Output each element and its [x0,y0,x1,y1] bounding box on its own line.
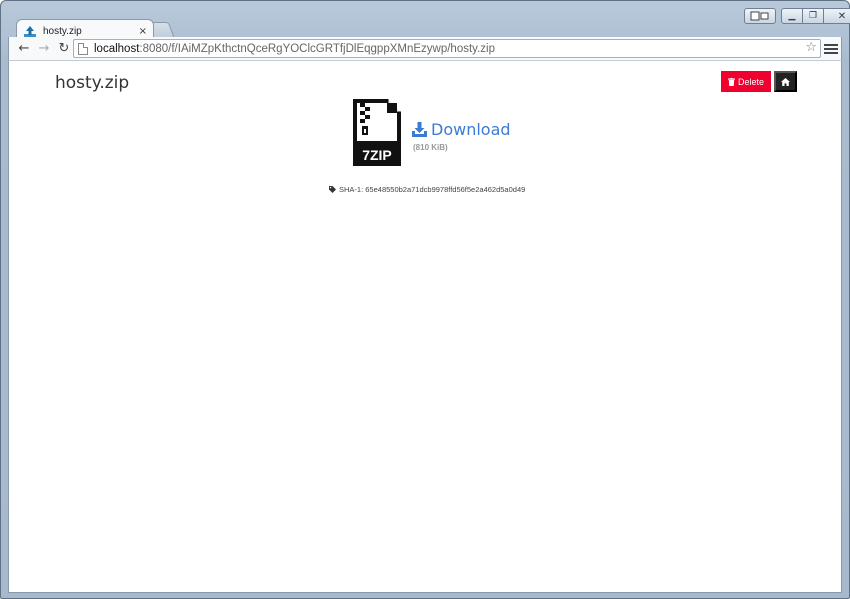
page-title: hosty.zip [55,73,130,93]
home-button[interactable] [774,71,797,92]
sha1-hash: SHA-1: 65e48550b2a71dcb9978ffd56f5e2a462… [339,185,526,194]
minimize-icon: ▁ [788,11,796,21]
profile-icon [750,11,769,21]
reload-button[interactable]: ↻ [54,39,74,59]
browser-frame: ▁ ❐ ✕ hosty.zip × ← → ↻ localhost:8080/f… [8,7,850,593]
address-bar[interactable]: localhost:8080/f/IAiMZpKthctnQceRgYOClcG… [73,39,821,58]
close-icon: ✕ [837,10,847,22]
file-size: (810 KiB) [413,143,448,152]
window-close-button[interactable]: ✕ [823,8,850,24]
file-zip-icon: 7ZIP [353,99,401,166]
url-path: :8080/f/IAiMZpKthctnQceRgYOClcGRTfjDlEqg… [139,42,495,55]
trash-icon [727,77,735,86]
file-summary: 7ZIP Download (810 KiB) [353,99,533,169]
url-host: localhost [94,42,140,55]
delete-label: Delete [737,76,764,87]
browser-window: ▁ ❐ ✕ hosty.zip × ← → ↻ localhost:8080/f… [0,0,850,599]
tag-icon [329,186,336,193]
restore-icon: ❐ [808,11,818,21]
home-icon [781,77,790,86]
profile-button[interactable] [744,8,776,24]
tab-title: hosty.zip [43,26,82,37]
page-icon [78,42,88,55]
file-badge: 7ZIP [362,147,392,163]
delete-button[interactable]: Delete [721,71,771,92]
minimize-button[interactable]: ▁ [781,8,803,24]
star-icon[interactable]: ☆ [805,40,817,55]
back-button[interactable]: ← [14,39,34,59]
page-viewport: hosty.zip Delete 7ZIP Download (810 KiB)… [8,61,842,593]
back-arrow-icon: ← [18,41,30,56]
download-label: Download [431,120,511,139]
menu-icon[interactable] [824,40,838,58]
download-link[interactable]: Download [412,120,511,139]
reload-icon: ↻ [58,41,70,56]
sha1-line: SHA-1: 65e48550b2a71dcb9978ffd56f5e2a462… [329,185,525,194]
tab-close-icon[interactable]: × [139,26,147,37]
window-caption-buttons: ▁ ❐ ✕ [781,8,850,26]
url-text: localhost:8080/f/IAiMZpKthctnQceRgYOClcG… [94,43,495,55]
browser-toolbar: ← → ↻ localhost:8080/f/IAiMZpKthctnQceRg… [8,37,842,61]
forward-button[interactable]: → [34,39,54,59]
download-icon [412,122,427,137]
forward-arrow-icon: → [38,41,50,56]
restore-button[interactable]: ❐ [802,8,824,24]
